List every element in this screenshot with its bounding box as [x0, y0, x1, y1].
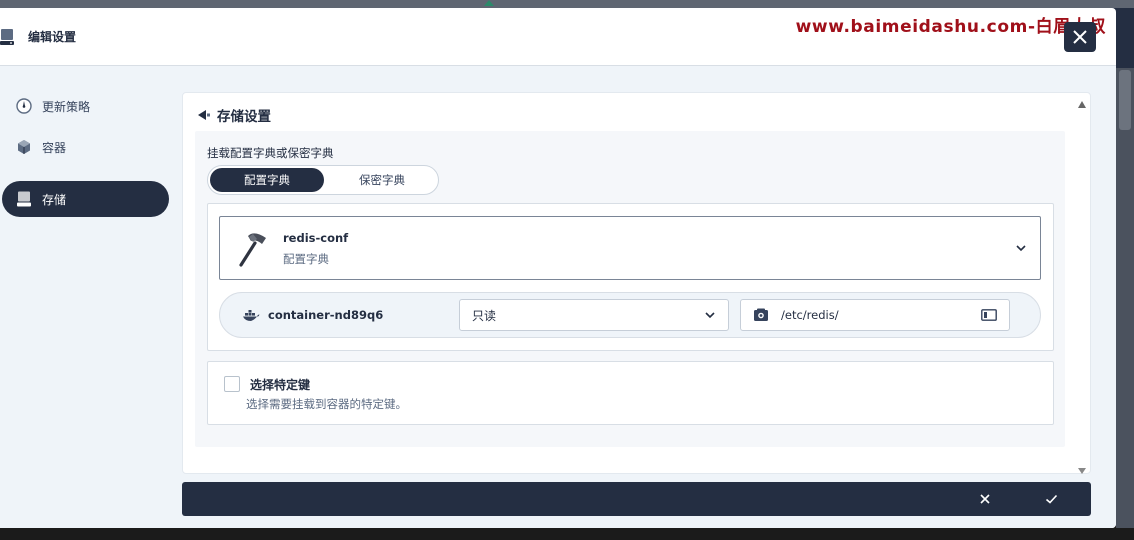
edit-settings-modal: 编辑设置 www.baimeidashu.com-白眉大叔 更新策略 容器 存储… — [0, 8, 1116, 528]
scroll-up-arrow-icon[interactable] — [1078, 101, 1086, 108]
backdrop-bottom — [0, 526, 1134, 540]
modal-body: 更新策略 容器 存储 存储设置 挂载配置字典或保密字典 配置字典 保密字典 re… — [0, 66, 1116, 528]
mount-type-switch: 配置字典 保密字典 — [207, 165, 439, 195]
cancel-button[interactable] — [977, 491, 993, 507]
mount-config-panel: 挂载配置字典或保密字典 配置字典 保密字典 redis-conf 配置字典 co… — [195, 131, 1065, 447]
gauge-icon — [16, 98, 32, 114]
tab-configmap[interactable]: 配置字典 — [210, 168, 324, 192]
sidebar-item-label: 存储 — [42, 192, 67, 207]
access-mode-value: 只读 — [472, 308, 497, 323]
confirm-button[interactable] — [1043, 491, 1059, 507]
cube-icon — [16, 139, 32, 155]
configmap-select[interactable]: redis-conf 配置字典 — [219, 216, 1041, 280]
sidebar-item-container[interactable]: 容器 — [2, 129, 169, 165]
sidebar-item-label: 容器 — [42, 140, 67, 155]
container-mount-row: container-nd89q6 只读 /etc/redis/ — [219, 292, 1041, 338]
settings-sidebar: 更新策略 容器 存储 — [0, 66, 180, 528]
scroll-down-arrow-icon[interactable] — [1078, 468, 1086, 474]
mount-type-label: 挂载配置字典或保密字典 — [207, 146, 334, 160]
storage-settings-panel: 存储设置 挂载配置字典或保密字典 配置字典 保密字典 redis-conf 配置… — [182, 92, 1091, 474]
section-title: 存储设置 — [217, 109, 271, 125]
specific-keys-description: 选择需要挂载到容器的特定键。 — [246, 397, 407, 411]
close-icon — [1073, 30, 1087, 44]
disk-icon — [16, 191, 32, 207]
specific-keys-title: 选择特定键 — [250, 378, 311, 392]
modal-footer — [182, 482, 1091, 516]
configmap-type: 配置字典 — [283, 252, 329, 266]
watermark-text: www.baimeidashu.com-白眉大叔 — [795, 17, 1106, 37]
page-scrollbar-thumb[interactable] — [1119, 70, 1131, 130]
back-arrow-icon[interactable] — [197, 108, 211, 122]
access-mode-select[interactable]: 只读 — [459, 299, 729, 331]
configmap-box: redis-conf 配置字典 container-nd89q6 只读 /etc… — [207, 203, 1054, 351]
specific-keys-box: 选择特定键 选择需要挂载到容器的特定键。 — [207, 361, 1054, 425]
hammer-icon — [236, 231, 270, 267]
sidebar-item-update-strategy[interactable]: 更新策略 — [2, 88, 169, 124]
chevron-down-icon — [704, 309, 716, 321]
docker-icon — [242, 308, 260, 324]
sidebar-item-storage[interactable]: 存储 — [2, 181, 169, 217]
close-modal-button[interactable] — [1064, 22, 1096, 52]
tab-secret[interactable]: 保密字典 — [328, 168, 436, 192]
close-icon — [980, 494, 990, 504]
disk-icon — [0, 28, 14, 46]
terminal-icon[interactable] — [981, 309, 997, 321]
mount-path-input[interactable]: /etc/redis/ — [740, 299, 1010, 331]
modal-title: 编辑设置 — [28, 30, 77, 44]
mount-path-icon — [753, 308, 769, 322]
configmap-name: redis-conf — [283, 231, 349, 245]
chevron-down-icon — [1014, 241, 1028, 255]
section-header: 存储设置 — [197, 105, 271, 125]
modal-header: 编辑设置 www.baimeidashu.com-白眉大叔 — [0, 8, 1116, 66]
backdrop-top — [0, 0, 1134, 8]
container-name: container-nd89q6 — [268, 308, 384, 322]
mount-path-value: /etc/redis/ — [781, 308, 839, 322]
check-icon — [1045, 494, 1057, 504]
specific-keys-checkbox[interactable] — [224, 376, 240, 392]
page-scrollbar-track[interactable] — [1116, 68, 1134, 528]
sidebar-item-label: 更新策略 — [42, 99, 91, 114]
